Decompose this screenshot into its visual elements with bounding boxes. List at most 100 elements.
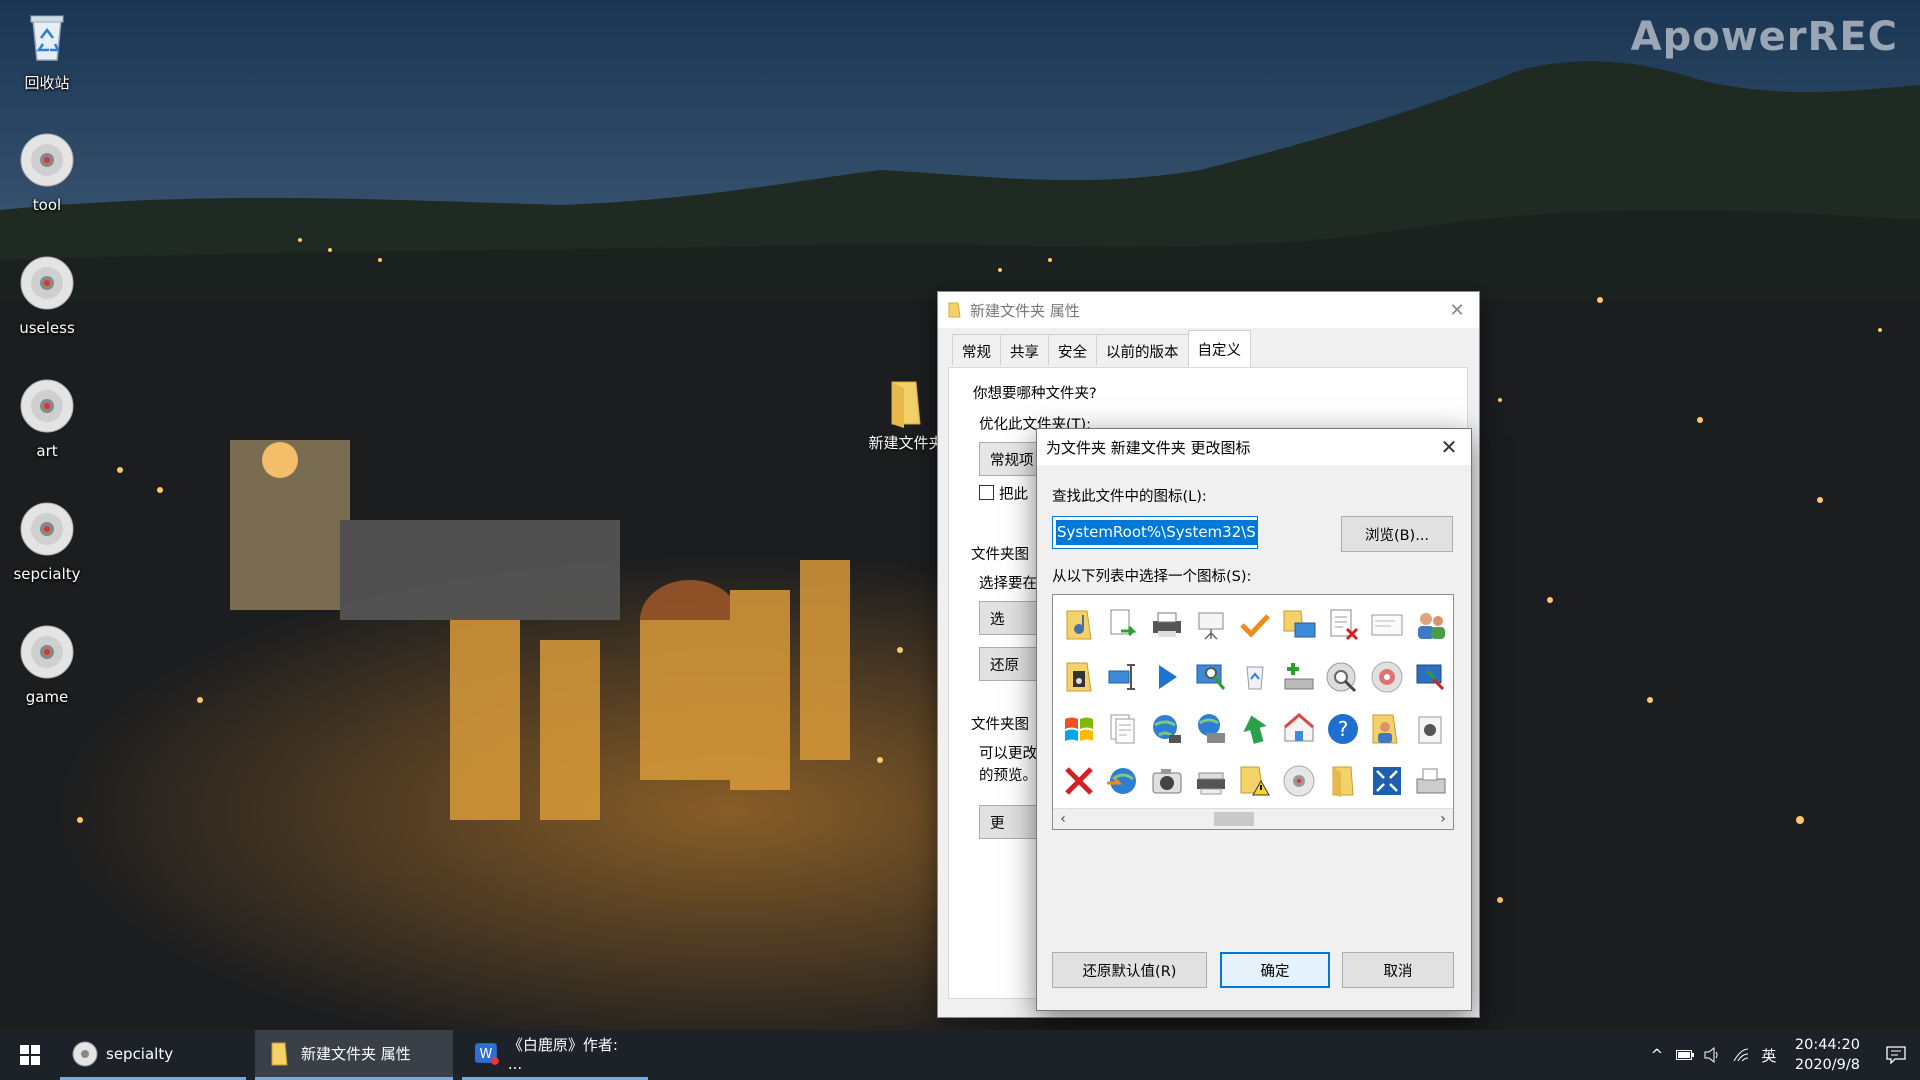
disc-icon [20, 256, 74, 310]
clock-date: 2020/9/8 [1794, 1057, 1860, 1073]
drive-add-icon[interactable] [1277, 651, 1321, 703]
camera-folder-icon[interactable] [1409, 703, 1453, 755]
document-delete-icon[interactable] [1321, 599, 1365, 651]
icon-list-scrollbar[interactable]: ‹ › [1053, 808, 1453, 829]
apply-subfolders-checkbox[interactable] [979, 485, 994, 500]
scrollbar-thumb[interactable] [1214, 812, 1254, 826]
globe-arrow-icon[interactable] [1101, 755, 1145, 807]
recycle-icon[interactable] [1233, 651, 1277, 703]
disc-icon [72, 1041, 98, 1066]
desktop-icon-art[interactable]: art [8, 378, 86, 460]
up-arrow-icon[interactable] [1233, 703, 1277, 755]
desktop-icon-label: tool [32, 196, 62, 214]
restore-defaults-button[interactable]: 还原默认值(R) [1052, 952, 1207, 988]
file-move-icon[interactable] [1101, 599, 1145, 651]
icon-list-cells: ? [1057, 599, 1447, 807]
wifi-icon[interactable] [1727, 1030, 1755, 1080]
tab-previous-versions[interactable]: 以前的版本 [1096, 334, 1189, 365]
windows-logo-icon[interactable] [1057, 703, 1101, 755]
projector-screen-icon[interactable] [1189, 599, 1233, 651]
recycle-bin-icon [30, 15, 64, 61]
scroll-left-icon[interactable]: ‹ [1053, 809, 1073, 829]
taskbar-item-label: sepcialty [106, 1044, 174, 1063]
desktop-icon-game[interactable]: game [8, 624, 86, 706]
user-folder-icon[interactable] [1365, 703, 1409, 755]
apply-subfolders-label: 把此 [999, 487, 1028, 503]
browse-button[interactable]: 浏览(B)... [1341, 516, 1453, 552]
warning-folder-icon[interactable] [1233, 755, 1277, 807]
disc-icon [20, 379, 74, 433]
desktop-icon-recycle-bin[interactable]: 回收站 [8, 8, 86, 93]
clock-time: 20:44:20 [1794, 1037, 1860, 1053]
red-x-icon[interactable] [1057, 755, 1101, 807]
help-icon[interactable]: ? [1321, 703, 1365, 755]
monitor-network-icon[interactable] [1101, 651, 1145, 703]
desktop-icon-sepcialty[interactable]: sepcialty [8, 501, 86, 583]
icon-list[interactable]: ? ‹ › [1052, 594, 1454, 830]
desktop-icon-useless[interactable]: useless [8, 255, 86, 337]
camera-icon[interactable] [1145, 755, 1189, 807]
scroll-right-icon[interactable]: › [1433, 809, 1453, 829]
music-folder-icon[interactable] [1057, 599, 1101, 651]
dialog-title: 为文件夹 新建文件夹 更改图标 [1046, 438, 1251, 457]
cancel-button[interactable]: 取消 [1342, 952, 1454, 988]
scanner-icon[interactable] [1189, 755, 1233, 807]
tab-sharing[interactable]: 共享 [1000, 334, 1049, 365]
home-network-icon[interactable] [1277, 703, 1321, 755]
notification-center-icon[interactable] [1872, 1030, 1920, 1080]
volume-icon[interactable] [1699, 1030, 1727, 1080]
globe-network-icon[interactable] [1145, 703, 1189, 755]
find-icons-label: 查找此文件中的图标(L): [1052, 489, 1207, 505]
tab-security[interactable]: 安全 [1048, 334, 1097, 365]
properties-titlebar[interactable]: 新建文件夹 属性 ✕ [938, 292, 1479, 328]
globe-printer-icon[interactable] [1189, 703, 1233, 755]
system-tray: ^ 英 20:44:20 2020/9/8 [1643, 1030, 1920, 1080]
apowerrec-watermark: ApowerREC [1630, 14, 1898, 60]
display-settings-icon[interactable] [1409, 651, 1453, 703]
taskbar-item-label: 新建文件夹 属性 [301, 1045, 411, 1063]
ok-button[interactable]: 确定 [1220, 952, 1330, 988]
icons-description-line2: 的预览。 [979, 768, 1037, 784]
ime-indicator[interactable]: 英 [1755, 1030, 1783, 1080]
windows-logo-icon [20, 1045, 40, 1065]
taskbar: sepcialty 新建文件夹 属性 W 《白鹿原》作者: ... ^ 英 20… [0, 1030, 1920, 1080]
disc-icon [20, 502, 74, 556]
svg-text:W: W [480, 1046, 493, 1061]
folder-icon [948, 302, 961, 318]
documents-icon[interactable] [1101, 703, 1145, 755]
start-button[interactable] [0, 1030, 60, 1080]
battery-icon[interactable] [1671, 1030, 1699, 1080]
dialog-titlebar[interactable]: 为文件夹 新建文件夹 更改图标 ✕ [1037, 429, 1471, 465]
tab-customize[interactable]: 自定义 [1187, 330, 1251, 367]
printer-icon[interactable] [1145, 599, 1189, 651]
cd-icon[interactable] [1365, 651, 1409, 703]
fax-icon[interactable] [1409, 755, 1453, 807]
music-file-icon[interactable] [1057, 651, 1101, 703]
icon-file-path-value: SystemRoot%\System32\SHELL32.dll [1056, 520, 1257, 545]
folder-icons-group: 文件夹图 [971, 717, 1029, 733]
search-disc-icon[interactable] [1321, 651, 1365, 703]
tab-general[interactable]: 常规 [952, 334, 1001, 365]
taskbar-item-folder-properties[interactable]: 新建文件夹 属性 [255, 1030, 453, 1080]
close-icon[interactable]: ✕ [1427, 429, 1471, 465]
desktop-icon-label: game [25, 688, 69, 706]
icons-description-line1: 可以更改 [979, 746, 1037, 762]
disc-icon[interactable] [1277, 755, 1321, 807]
icon-file-path-input[interactable]: SystemRoot%\System32\SHELL32.dll [1052, 516, 1258, 549]
network-folder-icon[interactable] [1277, 599, 1321, 651]
search-monitor-icon[interactable] [1189, 651, 1233, 703]
chevron-up-icon[interactable]: ^ [1643, 1030, 1671, 1080]
desktop-icon-label: 回收站 [24, 74, 70, 92]
folder-icon[interactable] [1321, 755, 1365, 807]
change-icon-dialog[interactable]: 为文件夹 新建文件夹 更改图标 ✕ 查找此文件中的图标(L): SystemRo… [1036, 428, 1472, 1011]
taskbar-item-wps-document[interactable]: W 《白鹿原》作者: ... [462, 1030, 648, 1080]
clock[interactable]: 20:44:20 2020/9/8 [1783, 1035, 1872, 1075]
mail-window-icon[interactable] [1365, 599, 1409, 651]
checkmark-icon[interactable] [1233, 599, 1277, 651]
taskbar-item-sepcialty[interactable]: sepcialty [60, 1030, 246, 1080]
close-icon[interactable]: ✕ [1435, 292, 1479, 328]
users-icon[interactable] [1409, 599, 1453, 651]
fullscreen-icon[interactable] [1365, 755, 1409, 807]
desktop-icon-tool[interactable]: tool [8, 132, 86, 214]
play-icon[interactable] [1145, 651, 1189, 703]
